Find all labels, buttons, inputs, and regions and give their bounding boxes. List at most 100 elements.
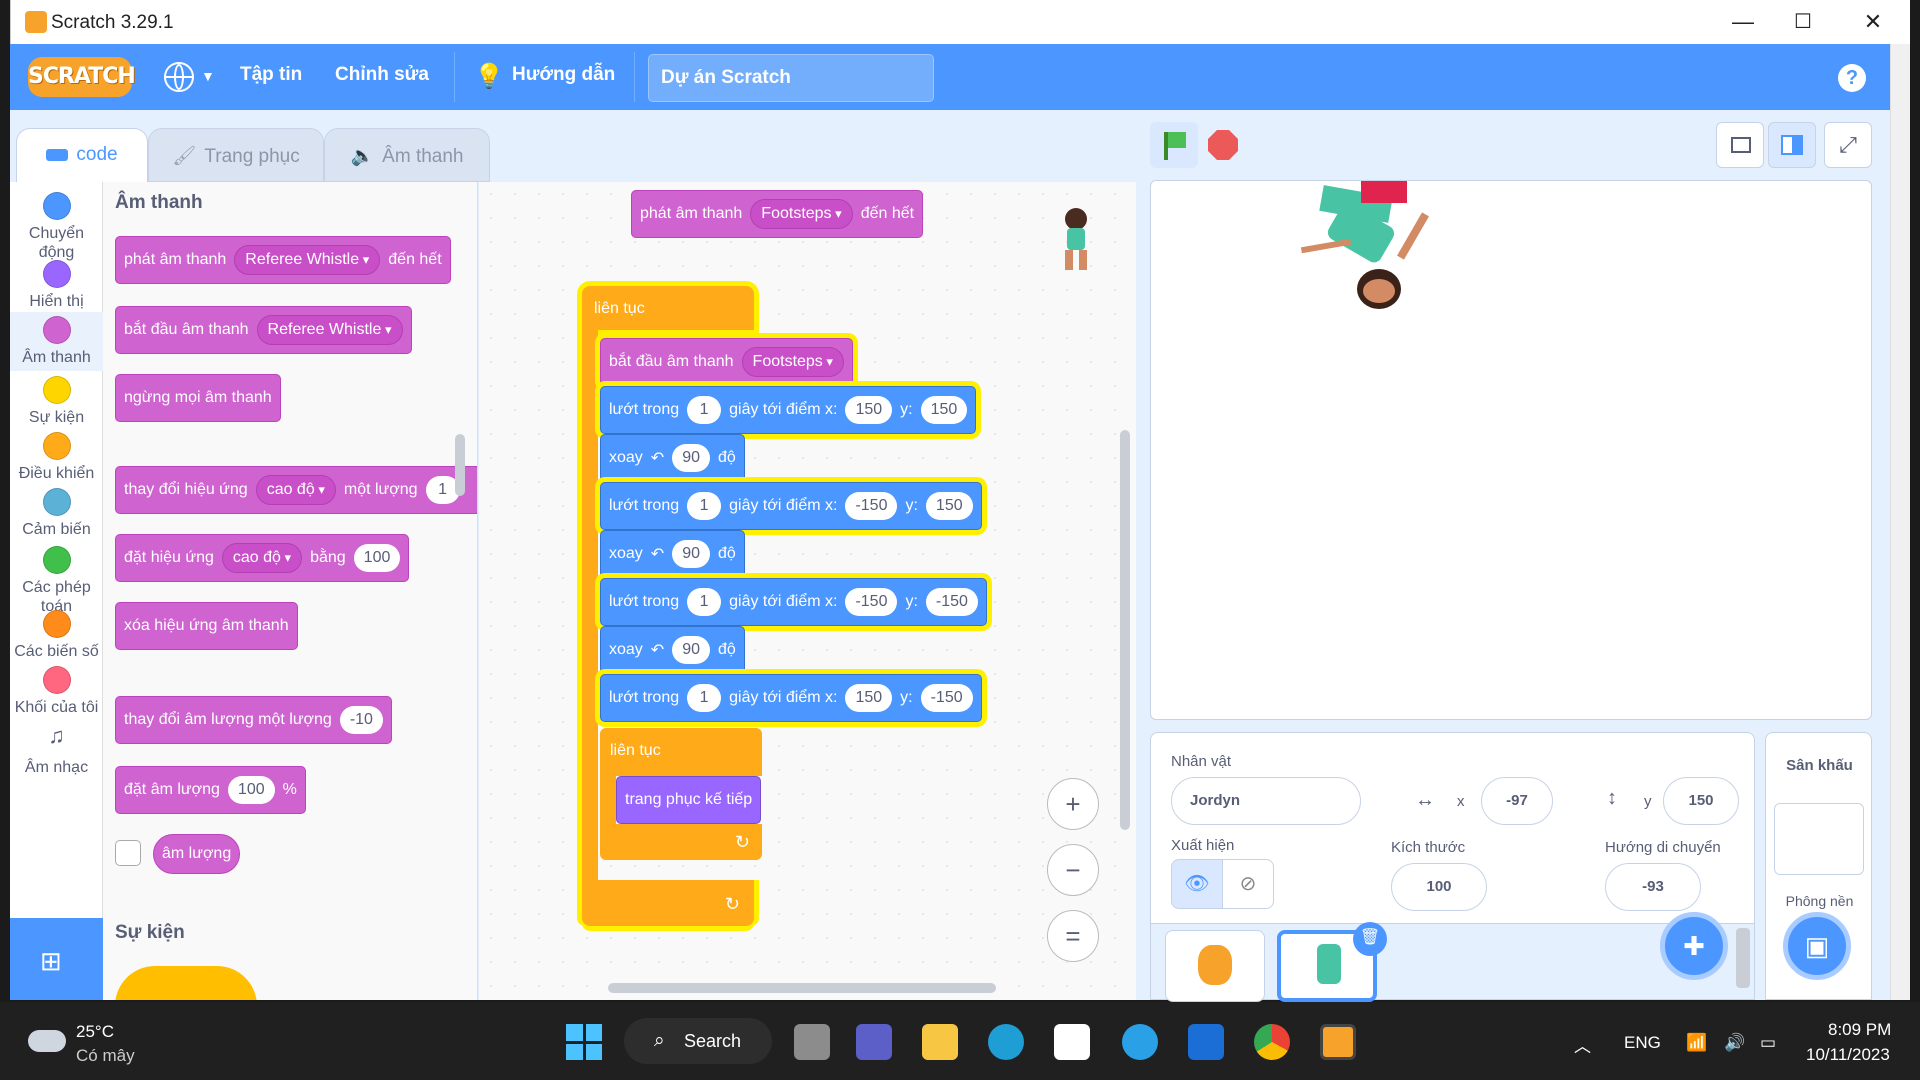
sprite-size-input[interactable]: 100 <box>1391 863 1487 911</box>
category-7[interactable]: Các biến số <box>10 606 103 665</box>
block-set-effect[interactable]: đặt hiệu ứngcao độbằng100 <box>115 534 410 582</box>
chevron-up-icon[interactable]: ︿ <box>1574 1032 1591 1057</box>
glide-x-input[interactable]: -150 <box>845 492 898 520</box>
category-5[interactable]: Cảm biến <box>10 484 103 543</box>
block-change-volume[interactable]: thay đổi âm lượng một lượng -10 <box>115 696 392 744</box>
block-next-costume[interactable]: trang phục kế tiếp <box>616 776 762 824</box>
glide-seconds-input[interactable]: 1 <box>687 588 722 616</box>
file-explorer-icon[interactable] <box>922 1024 958 1060</box>
block-glide-to-xy[interactable]: lướt trong 1 giây tới điểm x: 150 y: 150 <box>600 386 977 434</box>
small-stage-button[interactable] <box>1716 122 1764 168</box>
battery-icon[interactable]: ▭ <box>1760 1033 1776 1053</box>
block-turn-left[interactable]: xoay ↶ 90 độ <box>600 626 745 674</box>
edge-browser-icon[interactable] <box>988 1024 1024 1060</box>
sprite-jordyn[interactable] <box>1291 181 1451 309</box>
glide-y-input[interactable]: -150 <box>920 684 973 712</box>
myhp-icon[interactable] <box>1188 1024 1224 1060</box>
sprite-name-input[interactable]: Jordyn <box>1171 777 1361 825</box>
clock-time[interactable]: 8:09 PM <box>1828 1020 1891 1040</box>
clock-date[interactable]: 10/11/2023 <box>1806 1045 1890 1065</box>
tab-costumes[interactable]: 🖌 Trang phục <box>148 128 324 182</box>
glide-x-input[interactable]: -150 <box>845 588 898 616</box>
taskbar-search[interactable]: ⌕ Search <box>624 1018 772 1064</box>
zoom-out-button[interactable]: − <box>1047 844 1099 896</box>
minimize-button[interactable]: — <box>1723 6 1763 38</box>
block-glide-to-xy[interactable]: lướt trong 1 giây tới điểm x: 150 y: -150 <box>600 674 982 722</box>
block-change-effect[interactable]: thay đổi hiệu ứngcao độmột lượng1 <box>115 466 477 514</box>
category-9[interactable]: ♫ Âm nhạc <box>10 722 103 781</box>
get-help-icon[interactable] <box>1122 1024 1158 1060</box>
effect-value-input[interactable]: 100 <box>353 544 401 572</box>
tab-code[interactable]: code <box>16 128 148 182</box>
glide-x-input[interactable]: 150 <box>845 396 893 424</box>
delete-sprite-trash-icon[interactable]: 🗑 <box>1353 922 1387 956</box>
glide-seconds-input[interactable]: 1 <box>687 396 722 424</box>
sprite-list-scrollbar[interactable] <box>1736 928 1750 988</box>
script-horizontal-scrollbar[interactable] <box>608 983 996 993</box>
block-play-sound-until-done[interactable]: phát âm thanhFootstepsđến hết <box>631 190 924 238</box>
window-scrollbar[interactable] <box>1890 44 1910 1000</box>
block-forever-inner[interactable]: liên tục <box>600 728 762 776</box>
block-glide-to-xy[interactable]: lướt trong 1 giây tới điểm x: -150 y: -150 <box>600 578 987 626</box>
category-0[interactable]: Chuyển động <box>10 188 103 266</box>
volume-icon[interactable]: 🔊 <box>1724 1033 1745 1053</box>
stage-canvas[interactable] <box>1150 180 1872 720</box>
glide-y-input[interactable]: -150 <box>925 588 978 616</box>
category-3[interactable]: Sự kiện <box>10 372 103 431</box>
zoom-in-button[interactable]: + <box>1047 778 1099 830</box>
sound-dropdown[interactable]: Referee Whistle <box>256 315 403 345</box>
glide-x-input[interactable]: 150 <box>845 684 893 712</box>
block-turn-left[interactable]: xoay ↶ 90 độ <box>600 434 745 482</box>
block-clear-sound-effects[interactable]: xóa hiệu ứng âm thanh <box>115 602 298 650</box>
add-extension-button[interactable]: ⊞ <box>10 918 103 1000</box>
volume-monitor-checkbox[interactable] <box>115 840 141 866</box>
effect-dropdown[interactable]: cao độ <box>221 543 303 573</box>
script-area[interactable]: phát âm thanhFootstepsđến hết liên tục ↻… <box>479 182 1136 1000</box>
effect-dropdown[interactable]: cao độ <box>255 475 336 505</box>
category-8[interactable]: Khối của tôi <box>10 662 103 721</box>
block-turn-left[interactable]: xoay ↶ 90 độ <box>600 530 745 578</box>
sprite-direction-input[interactable]: -93 <box>1605 863 1701 911</box>
add-sprite-button[interactable]: ✚ <box>1660 912 1728 980</box>
turn-degrees-input[interactable]: 90 <box>672 636 710 664</box>
scratch-logo[interactable]: SCRATCH <box>28 57 136 97</box>
block-start-sound[interactable]: bắt đầu âm thanh Footsteps <box>600 338 853 386</box>
stop-button[interactable] <box>1208 130 1238 160</box>
hide-sprite-eye-icon[interactable]: ⊘ <box>1222 859 1274 909</box>
block-when-flag-clicked[interactable] <box>115 966 257 1000</box>
language-indicator[interactable]: ENG <box>1624 1033 1661 1053</box>
block-stop-all-sounds[interactable]: ngừng mọi âm thanh <box>115 374 281 422</box>
block-play-sound-until-done[interactable]: phát âm thanhReferee Whistleđến hết <box>115 236 451 284</box>
stage-thumbnail[interactable] <box>1774 803 1864 875</box>
normal-stage-button[interactable] <box>1768 122 1816 168</box>
globe-icon[interactable] <box>164 62 194 92</box>
turn-degrees-input[interactable]: 90 <box>672 540 710 568</box>
green-flag-button[interactable] <box>1150 122 1198 168</box>
language-chevron-icon[interactable]: ▼ <box>201 68 215 84</box>
sound-dropdown[interactable]: Referee Whistle <box>234 245 381 275</box>
turn-degrees-input[interactable]: 90 <box>672 444 710 472</box>
add-backdrop-button[interactable]: ▣ <box>1783 912 1851 980</box>
sprite-y-input[interactable]: 150 <box>1663 777 1739 825</box>
menu-file[interactable]: Tập tin <box>240 64 302 86</box>
teams-chat-icon[interactable] <box>856 1024 892 1060</box>
sound-dropdown[interactable]: Footsteps <box>741 347 844 377</box>
script-vertical-scrollbar[interactable] <box>1120 430 1130 830</box>
wifi-icon[interactable]: 📶 <box>1686 1033 1707 1053</box>
glide-seconds-input[interactable]: 1 <box>687 492 722 520</box>
zoom-reset-button[interactable]: = <box>1047 910 1099 962</box>
volume-change-input[interactable]: -10 <box>339 706 383 734</box>
sound-dropdown[interactable]: Footsteps <box>750 199 853 229</box>
glide-seconds-input[interactable]: 1 <box>687 684 722 712</box>
sprite-x-input[interactable]: -97 <box>1481 777 1553 825</box>
fullscreen-icon[interactable]: ⤢ <box>1824 122 1872 168</box>
palette-scrollbar[interactable] <box>455 434 465 496</box>
category-1[interactable]: Hiển thị <box>10 256 103 315</box>
block-forever-outer[interactable]: liên tục <box>582 286 754 330</box>
sprite-thumb-cat[interactable] <box>1165 930 1265 1002</box>
block-volume-reporter[interactable]: âm lượng <box>153 834 241 874</box>
block-glide-to-xy[interactable]: lướt trong 1 giây tới điểm x: -150 y: 150 <box>600 482 982 530</box>
microsoft-store-icon[interactable] <box>1054 1024 1090 1060</box>
category-4[interactable]: Điều khiển <box>10 428 103 487</box>
windows-start-icon[interactable] <box>566 1024 602 1060</box>
